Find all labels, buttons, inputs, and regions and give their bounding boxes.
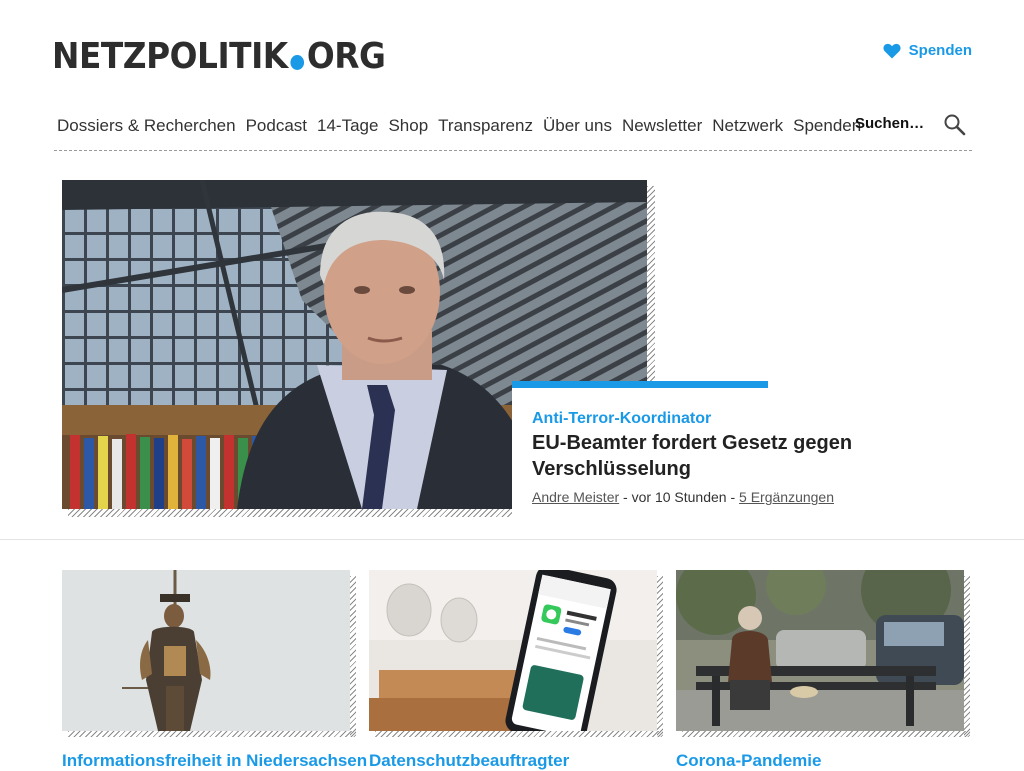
- search-input[interactable]: [855, 115, 935, 132]
- section-divider: [0, 539, 1024, 540]
- donate-label: Spenden: [908, 42, 972, 59]
- nav-item-netzwerk[interactable]: Netzwerk: [712, 116, 783, 136]
- card-image-shadow: [657, 576, 663, 737]
- nav-list: Dossiers & Recherchen Podcast 14-Tage Sh…: [57, 116, 871, 136]
- hero-meta: Andre Meister - vor 10 Stunden - 5 Ergän…: [532, 489, 834, 505]
- card-kicker[interactable]: Informationsfreiheit in Niedersachsen: [62, 751, 367, 771]
- logo-wordmark: NETZPOLITIK ORG: [52, 36, 386, 77]
- whatsapp-phone-photo: [369, 570, 657, 731]
- article-image[interactable]: [369, 570, 657, 731]
- donate-link[interactable]: Spenden: [883, 42, 972, 59]
- main-navigation: Dossiers & Recherchen Podcast 14-Tage Sh…: [54, 110, 972, 151]
- man-on-bench-photo: [676, 570, 964, 731]
- article-image[interactable]: [62, 570, 350, 731]
- nav-item-14-tage[interactable]: 14-Tage: [317, 116, 378, 136]
- card-kicker[interactable]: Corona-Pandemie: [676, 751, 821, 771]
- nav-item-shop[interactable]: Shop: [388, 116, 428, 136]
- nav-item-transparenz[interactable]: Transparenz: [438, 116, 533, 136]
- card-image-shadow: [682, 731, 970, 737]
- card-kicker[interactable]: Datenschutzbeauftragter: [369, 751, 569, 771]
- nav-item-newsletter[interactable]: Newsletter: [622, 116, 702, 136]
- nav-item-ueber-uns[interactable]: Über uns: [543, 116, 612, 136]
- article-card[interactable]: Datenschutzbeauftragter: [369, 570, 663, 770]
- logo-dot: [290, 55, 305, 70]
- card-image-shadow: [964, 576, 970, 737]
- justitia-statue-photo: [62, 570, 350, 731]
- hero-accent-bar: [512, 381, 768, 388]
- site-logo[interactable]: NETZPOLITIK ORG: [52, 36, 418, 78]
- nav-item-dossiers[interactable]: Dossiers & Recherchen: [57, 116, 236, 136]
- hero-time: vor 10 Stunden: [631, 489, 727, 505]
- nav-item-spenden[interactable]: Spenden: [793, 116, 861, 136]
- card-image-shadow: [375, 731, 663, 737]
- article-image[interactable]: [676, 570, 964, 731]
- hero-image-shadow: [68, 509, 512, 517]
- hero-kicker[interactable]: Anti-Terror-Koordinator: [532, 410, 711, 428]
- card-image-shadow: [350, 576, 356, 737]
- hero-title[interactable]: EU-Beamter fordert Gesetz gegen Verschlü…: [532, 430, 912, 482]
- hero-comments-link[interactable]: 5 Ergänzungen: [739, 489, 834, 505]
- article-card[interactable]: Informationsfreiheit in Niedersachsen: [62, 570, 367, 770]
- card-image-shadow: [68, 731, 356, 737]
- nav-item-podcast[interactable]: Podcast: [246, 116, 307, 136]
- meta-separator: -: [726, 489, 740, 505]
- heart-icon: [883, 43, 901, 58]
- search-icon: [944, 114, 966, 136]
- search-button[interactable]: [943, 113, 967, 137]
- article-card[interactable]: Corona-Pandemie: [676, 570, 970, 770]
- meta-separator: -: [619, 489, 632, 505]
- hero-image-shadow: [647, 186, 655, 382]
- hero-author-link[interactable]: Andre Meister: [532, 489, 619, 505]
